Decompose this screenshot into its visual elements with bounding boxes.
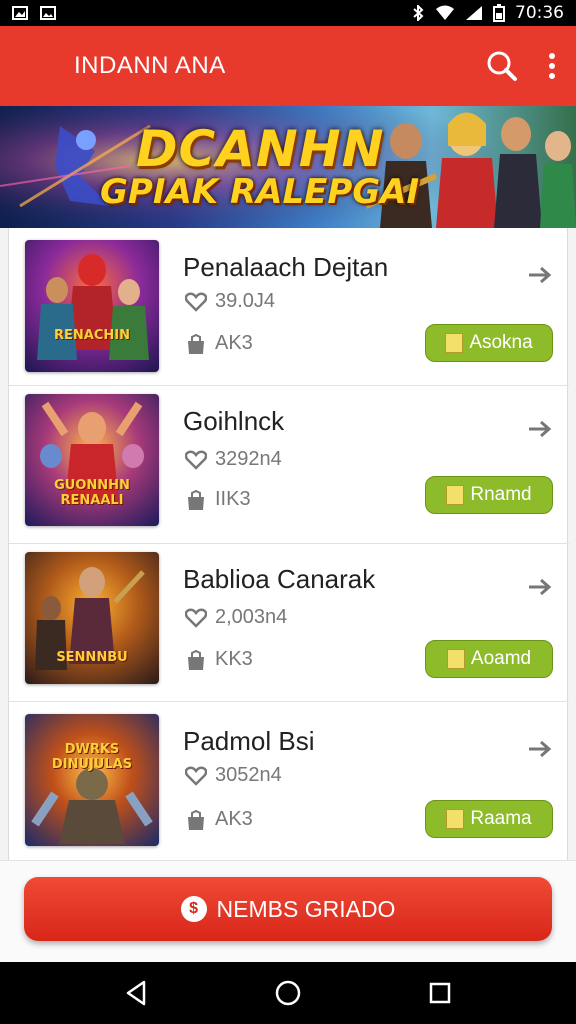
thumbnail-label: GUONNHN RENAALI (54, 478, 130, 508)
item-title: Goihlnck (183, 406, 285, 436)
size-row: AK3 (185, 808, 253, 831)
item-title: Penalaach Dejtan (183, 252, 389, 282)
bottom-action-area: $ NEMBS GRIADO (0, 860, 576, 962)
heart-icon (185, 292, 207, 312)
item-action-button[interactable]: Asokna (425, 324, 553, 362)
app-screen: 70:36 INDANN ANA DCANHN GPIAK RALEPGAI R… (0, 0, 576, 1024)
size-row: KK3 (185, 648, 253, 671)
primary-cta-button[interactable]: $ NEMBS GRIADO (24, 877, 552, 941)
item-meta: IIK3 (215, 488, 251, 510)
status-time: 70:36 (515, 3, 564, 23)
recents-icon[interactable] (420, 973, 460, 1013)
list-item[interactable]: GUONNHN RENAALI Goihlnck 3292n4 IIK3 Rna… (9, 386, 569, 544)
arrow-right-icon[interactable] (527, 576, 553, 598)
arrow-right-icon[interactable] (527, 418, 553, 440)
document-icon (445, 333, 464, 353)
game-thumbnail[interactable]: DWRKS DINUJULAS (25, 714, 159, 846)
list-item[interactable]: DWRKS DINUJULAS Padmol Bsi 3052n4 AK3 Ra… (9, 702, 569, 860)
likes-count: 2,003n4 (215, 606, 288, 628)
list-item[interactable]: RENACHIN Penalaach Dejtan 39.0J4 AK3 Aso… (9, 228, 569, 386)
home-icon[interactable] (268, 973, 308, 1013)
bluetooth-icon (413, 5, 424, 21)
signal-icon (466, 6, 482, 20)
bag-icon (188, 649, 204, 670)
game-thumbnail[interactable]: GUONNHN RENAALI (25, 394, 159, 526)
item-title: Padmol Bsi (183, 726, 315, 756)
system-nav-bar (0, 962, 576, 1024)
wifi-icon (436, 5, 454, 20)
item-action-label: Aoamd (470, 648, 532, 669)
thumbnail-label: DWRKS DINUJULAS (51, 742, 133, 772)
likes-row: 3052n4 (185, 764, 282, 787)
arrow-right-icon[interactable] (527, 738, 553, 760)
arrow-right-icon[interactable] (527, 264, 553, 286)
status-bar: 70:36 (0, 0, 576, 26)
document-icon (446, 809, 465, 829)
likes-count: 39.0J4 (215, 290, 276, 312)
back-icon[interactable] (116, 973, 156, 1013)
bag-icon (188, 809, 204, 830)
banner-subtitle: GPIAK RALEPGAI (100, 172, 420, 212)
item-action-label: Rnamd (470, 484, 532, 505)
likes-row: 2,003n4 (185, 606, 287, 629)
likes-count: 3052n4 (215, 764, 282, 786)
likes-row: 3292n4 (185, 448, 282, 471)
document-icon (446, 649, 465, 669)
heart-icon (185, 766, 207, 786)
game-thumbnail[interactable]: RENACHIN (25, 240, 159, 372)
thumbnail-art (31, 768, 153, 844)
heart-icon (185, 450, 207, 470)
item-meta: KK3 (215, 648, 253, 670)
item-action-label: Asokna (469, 332, 533, 353)
app-bar: INDANN ANA (0, 26, 576, 106)
gallery-icon (40, 6, 56, 20)
thumbnail-art (37, 254, 149, 360)
promo-banner[interactable]: DCANHN GPIAK RALEPGAI (0, 106, 576, 228)
cta-label: NEMBS GRIADO (216, 895, 396, 922)
item-meta: AK3 (215, 808, 253, 830)
thumbnail-label: SENNNBU (56, 650, 128, 665)
thumbnail-label: RENACHIN (54, 328, 130, 343)
item-action-button[interactable]: Rnamd (425, 476, 553, 514)
game-thumbnail[interactable]: SENNNBU (25, 552, 159, 684)
likes-row: 39.0J4 (185, 290, 275, 313)
likes-count: 3292n4 (215, 448, 282, 470)
dollar-icon: $ (180, 896, 207, 922)
item-action-button[interactable]: Raama (425, 800, 553, 838)
app-title: INDANN ANA (74, 52, 226, 79)
menu-icon[interactable] (20, 56, 46, 76)
game-list: RENACHIN Penalaach Dejtan 39.0J4 AK3 Aso… (8, 228, 569, 860)
bag-icon (188, 489, 204, 510)
image-icon (12, 6, 28, 20)
more-vertical-icon[interactable] (548, 53, 556, 79)
item-title: Bablioa Canarak (183, 564, 376, 594)
size-row: IIK3 (185, 488, 251, 511)
item-action-label: Raama (470, 808, 532, 829)
document-icon (446, 485, 465, 505)
size-row: AK3 (185, 332, 253, 355)
banner-title: DCANHN (136, 120, 385, 178)
heart-icon (185, 608, 207, 628)
item-meta: AK3 (215, 332, 253, 354)
list-item[interactable]: SENNNBU Bablioa Canarak 2,003n4 KK3 Aoam… (9, 544, 569, 702)
item-action-button[interactable]: Aoamd (425, 640, 553, 678)
search-icon[interactable] (486, 50, 518, 82)
bag-icon (188, 333, 204, 354)
battery-icon (493, 4, 505, 22)
